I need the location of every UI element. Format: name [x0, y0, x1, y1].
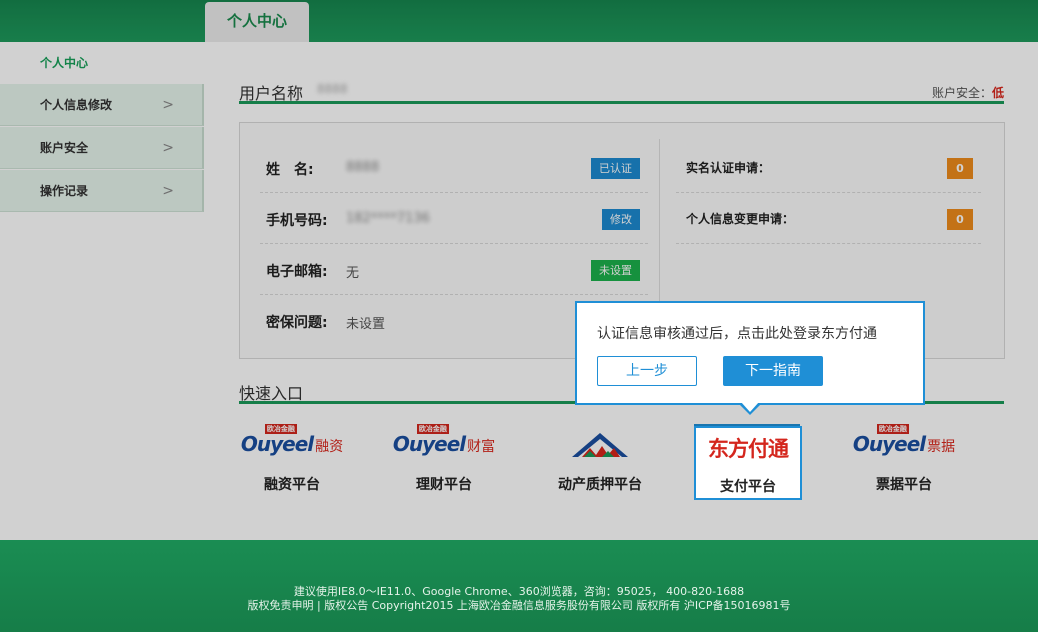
guide-popup: 认证信息审核通过后，点击此处登录东方付通 上一步 下一指南 [575, 301, 925, 405]
popup-arrow-inner [741, 402, 759, 412]
guide-message: 认证信息审核通过后，点击此处登录东方付通 [597, 326, 877, 342]
footer: 建议使用IE8.0～IE11.0、Google Chrome、360浏览器，咨询… [0, 540, 1038, 632]
footer-copyright: 版权免责申明 | 版权公告 Copyright2015 上海欧冶金融信息服务股份… [247, 599, 791, 612]
guide-next-button[interactable]: 下一指南 [723, 356, 823, 386]
guide-overlay [0, 0, 1038, 540]
highlighted-payment-tile[interactable]: 东方付通 支付平台 [694, 426, 802, 500]
tile-label: 支付平台 [720, 479, 776, 495]
dongfang-futong-logo: 东方付通 [708, 436, 789, 461]
guide-prev-button[interactable]: 上一步 [597, 356, 697, 386]
